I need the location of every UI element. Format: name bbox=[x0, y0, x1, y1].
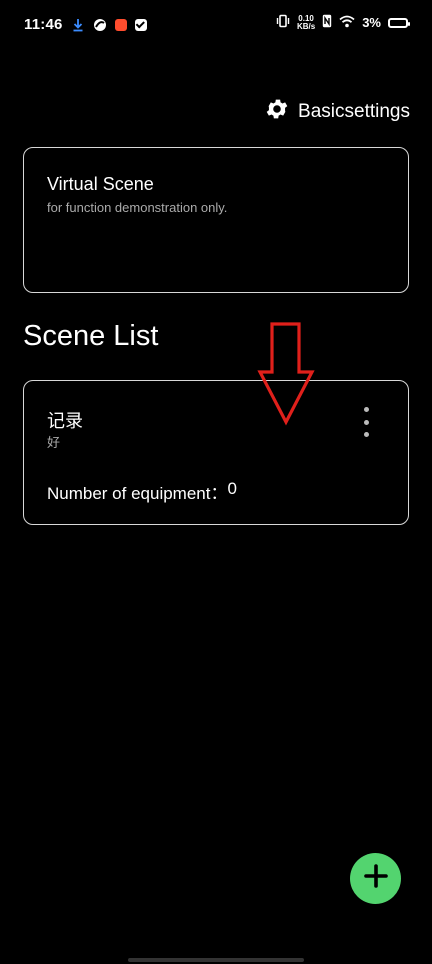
basic-settings-label: Basicsettings bbox=[298, 100, 410, 122]
equipment-count-label: Number of equipment： bbox=[47, 484, 228, 503]
battery-percent: 3% bbox=[362, 15, 381, 30]
plus-icon bbox=[363, 863, 389, 894]
more-options-button[interactable] bbox=[358, 407, 374, 437]
battery-icon bbox=[388, 17, 410, 28]
mini-app-icon bbox=[114, 18, 127, 31]
more-dot bbox=[363, 432, 369, 437]
scene-list-item[interactable]: 记录 好 Number of equipment： 0 bbox=[23, 380, 409, 525]
mail-icon bbox=[134, 18, 147, 31]
equipment-count-value: 0 bbox=[227, 479, 237, 498]
scene-name: 记录 bbox=[47, 411, 83, 431]
virtual-scene-card[interactable]: Virtual Scene for function demonstration… bbox=[23, 147, 409, 293]
more-dot bbox=[363, 419, 369, 425]
virtual-scene-title: Virtual Scene bbox=[47, 174, 154, 194]
status-bar-right: 0.10 KB/s 3% bbox=[276, 14, 410, 31]
nfc-icon bbox=[322, 14, 332, 31]
basic-settings-button[interactable]: Basicsettings bbox=[264, 96, 410, 127]
status-bar-left: 11:46 bbox=[24, 16, 147, 33]
virtual-scene-subtitle: for function demonstration only. bbox=[47, 200, 228, 215]
gear-icon bbox=[264, 96, 290, 127]
wifi-icon bbox=[339, 15, 355, 31]
scene-list-title: Scene List bbox=[23, 320, 159, 352]
vibrate-icon bbox=[276, 14, 290, 31]
network-speed-unit: KB/s bbox=[296, 21, 316, 31]
network-speed: 0.10 KB/s bbox=[296, 14, 316, 31]
scene-description: 好 bbox=[47, 435, 61, 450]
status-bar: 11:46 0.10 KB/s 3% bbox=[0, 0, 432, 52]
app-notification-icon bbox=[93, 18, 107, 32]
add-scene-button[interactable] bbox=[350, 853, 401, 904]
download-icon bbox=[71, 18, 85, 32]
status-time: 11:46 bbox=[24, 16, 63, 33]
gesture-bar[interactable] bbox=[128, 958, 304, 962]
equipment-count-row: Number of equipment： 0 bbox=[47, 479, 237, 504]
down-arrow-icon bbox=[257, 322, 315, 426]
more-dot bbox=[363, 407, 369, 412]
